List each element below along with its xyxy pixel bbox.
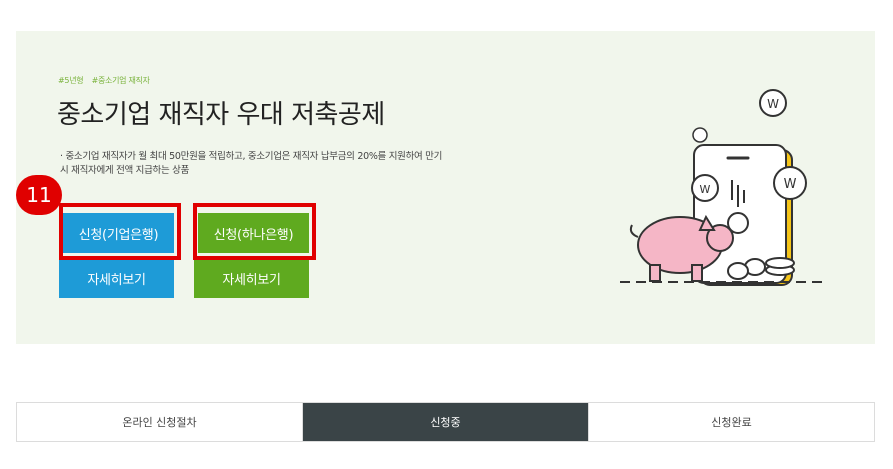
svg-text:W: W [784, 177, 797, 192]
step-badge: 11 [16, 175, 62, 215]
highlight-box [59, 203, 181, 260]
highlight-box [193, 203, 316, 260]
tab-applying[interactable]: 신청중 [302, 403, 588, 441]
piggy-bank-illustration: W W W [620, 89, 825, 286]
tag[interactable]: #중소기업 재직자 [92, 76, 150, 85]
tab-completed[interactable]: 신청완료 [588, 403, 874, 441]
page-title: 중소기업 재직자 우대 저축공제 [57, 100, 385, 130]
detail-ibk-button[interactable]: 자세히보기 [59, 258, 174, 298]
description-line: 시 재직자에게 전액 지급하는 상품 [60, 165, 190, 176]
tab-online-procedure[interactable]: 온라인 신청절차 [17, 403, 302, 441]
svg-text:W: W [700, 183, 711, 196]
svg-text:W: W [767, 97, 779, 111]
coin-icon: W [759, 89, 787, 117]
product-description: · 중소기업 재직자가 월 최대 50만원을 적립하고, 중소기업은 재직자 납… [60, 150, 550, 178]
progress-tabs: 온라인 신청절차 신청중 신청완료 [16, 402, 875, 442]
tag[interactable]: #5년형 [58, 76, 84, 85]
description-line: · 중소기업 재직자가 월 최대 50만원을 적립하고, 중소기업은 재직자 납… [60, 151, 443, 162]
hashtags: #5년형 #중소기업 재직자 [58, 75, 156, 86]
detail-hana-button[interactable]: 자세히보기 [194, 258, 309, 298]
